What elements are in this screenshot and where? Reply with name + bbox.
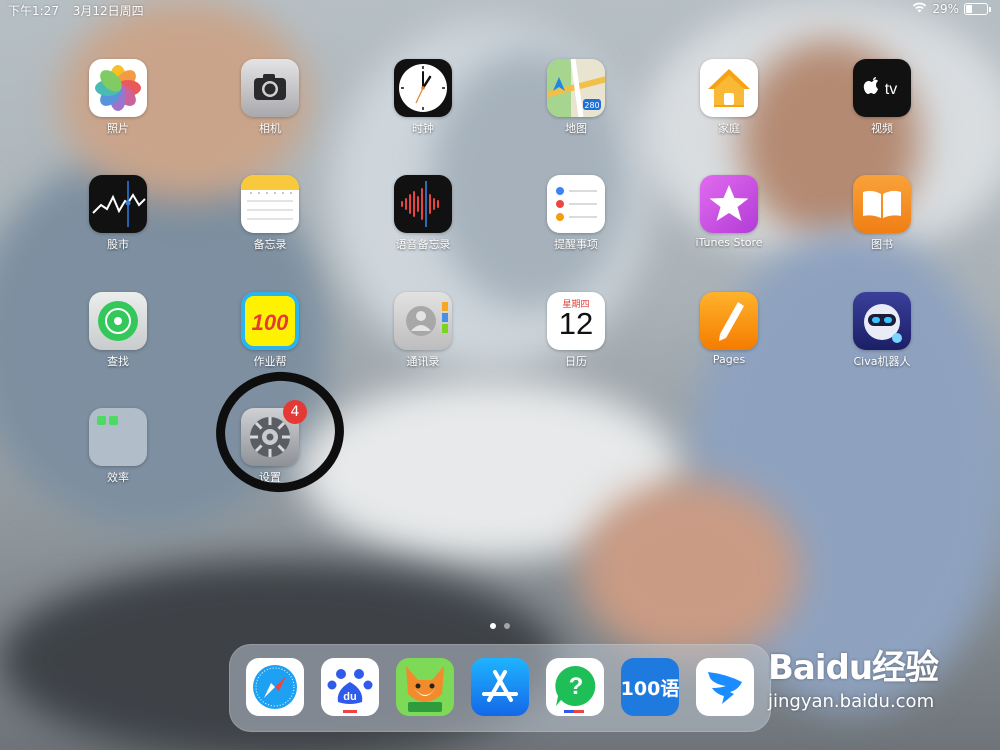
status-bar: 下午1:27 3月12日周四 29% [0, 0, 1000, 20]
app-label: 效率 [107, 471, 129, 484]
wifi-icon [912, 2, 927, 16]
zuoyebang-glyph: 100 [252, 310, 289, 335]
app-label: Civa机器人 [853, 355, 911, 368]
reminders-icon [547, 175, 605, 233]
pages-icon [700, 292, 758, 350]
calendar-day: 12 [558, 306, 594, 341]
app-label: 视频 [871, 122, 893, 135]
clock-icon [394, 59, 452, 117]
tv-glyph: tv [885, 81, 897, 98]
yuwen-100-icon: 100语 [621, 678, 679, 700]
notes-icon [241, 175, 299, 233]
app-label: 相机 [259, 122, 281, 135]
watermark-url: jingyan.baidu.com [768, 691, 935, 712]
yuwen-glyph: 100语 [621, 678, 679, 700]
photos-icon [89, 59, 147, 117]
tv-icon: tv [853, 59, 911, 117]
app-label: 照片 [107, 122, 129, 135]
watermark-logo: Baidu经验 [768, 648, 939, 688]
home-icon [700, 59, 758, 117]
camera-icon [241, 59, 299, 117]
app-camera[interactable]: 相机 [220, 59, 320, 136]
battery-icon [964, 3, 991, 15]
page-dot [504, 623, 510, 629]
fox-reading-icon [406, 666, 444, 712]
battery-percent: 29% [932, 2, 959, 16]
app-reminders[interactable]: 提醒事项 [526, 175, 626, 252]
voice-memos-icon [394, 175, 452, 233]
app-label: 图书 [871, 238, 893, 251]
dock-app-store[interactable] [471, 658, 529, 716]
app-photos[interactable]: 照片 [68, 59, 168, 136]
dock-baidu[interactable]: du [321, 658, 379, 716]
maps-icon: 280 [547, 59, 605, 117]
stocks-icon [89, 175, 147, 233]
app-label: 提醒事项 [554, 238, 598, 251]
app-home[interactable]: 家庭 [679, 59, 779, 136]
app-label: 地图 [565, 122, 587, 135]
app-notes[interactable]: 备忘录 [220, 175, 320, 252]
folder-icon [89, 408, 147, 466]
app-pages[interactable]: Pages [679, 292, 779, 366]
find-my-icon [89, 292, 147, 350]
app-itunes-store[interactable]: iTunes Store [679, 175, 779, 249]
app-label: 语音备忘录 [395, 238, 451, 251]
baidu-glyph: du [343, 691, 356, 703]
app-label: 股市 [107, 238, 129, 251]
app-store-icon [482, 670, 518, 702]
folder-efficiency[interactable]: 效率 [68, 408, 168, 485]
baidu-jingyan-watermark: Baidu经验 jingyan.baidu.com [768, 640, 939, 712]
maps-route-number: 280 [584, 101, 599, 110]
safari-compass-icon [253, 665, 297, 709]
app-label: 通讯录 [406, 355, 440, 368]
app-label: 时钟 [412, 122, 434, 135]
status-time: 下午1:27 [8, 4, 59, 18]
dock-qa-app[interactable]: ? [546, 658, 604, 716]
calendar-icon: 星期四 12 [547, 292, 605, 350]
app-stocks[interactable]: 股市 [68, 175, 168, 252]
qa-glyph: ? [569, 673, 584, 700]
app-label: 查找 [107, 355, 129, 368]
app-label: 作业帮 [253, 355, 287, 368]
app-label: iTunes Store [695, 236, 763, 249]
app-voice-memos[interactable]: 语音备忘录 [373, 175, 473, 252]
page-dot-active [490, 623, 496, 629]
dock-fox-app[interactable] [396, 658, 454, 716]
app-find-my[interactable]: 查找 [68, 292, 168, 369]
notification-badge: 4 [283, 400, 307, 424]
question-mark-icon: ? [555, 665, 596, 713]
app-tv[interactable]: tv 视频 [832, 59, 932, 136]
dock-safari[interactable] [246, 658, 304, 716]
app-contacts[interactable]: 通讯录 [373, 292, 473, 369]
app-zuoyebang[interactable]: 100 作业帮 [220, 292, 320, 369]
app-label: 日历 [565, 355, 587, 368]
dingtalk-icon [708, 672, 742, 704]
app-label: Pages [712, 353, 746, 366]
page-indicator[interactable] [0, 614, 1000, 633]
app-label: 家庭 [718, 122, 740, 135]
itunes-star-icon [700, 175, 758, 233]
zuoyebang-icon: 100 [241, 292, 299, 350]
dock-yuwen[interactable]: 100语 [621, 658, 679, 716]
dock-dingtalk[interactable] [696, 658, 754, 716]
app-clock[interactable]: 时钟 [373, 59, 473, 136]
app-maps[interactable]: 280 地图 [526, 59, 626, 136]
app-calendar[interactable]: 星期四 12 日历 [526, 292, 626, 369]
baidu-paw-icon: du [327, 669, 373, 713]
contacts-icon [394, 292, 452, 350]
app-books[interactable]: 图书 [832, 175, 932, 252]
status-date: 3月12日周四 [72, 4, 144, 18]
app-civa-robot[interactable]: Civa机器人 [832, 292, 932, 369]
app-label: 备忘录 [253, 238, 287, 251]
books-icon [853, 175, 911, 233]
dock: du ? 100语 [229, 644, 771, 732]
civa-robot-icon [853, 292, 911, 350]
